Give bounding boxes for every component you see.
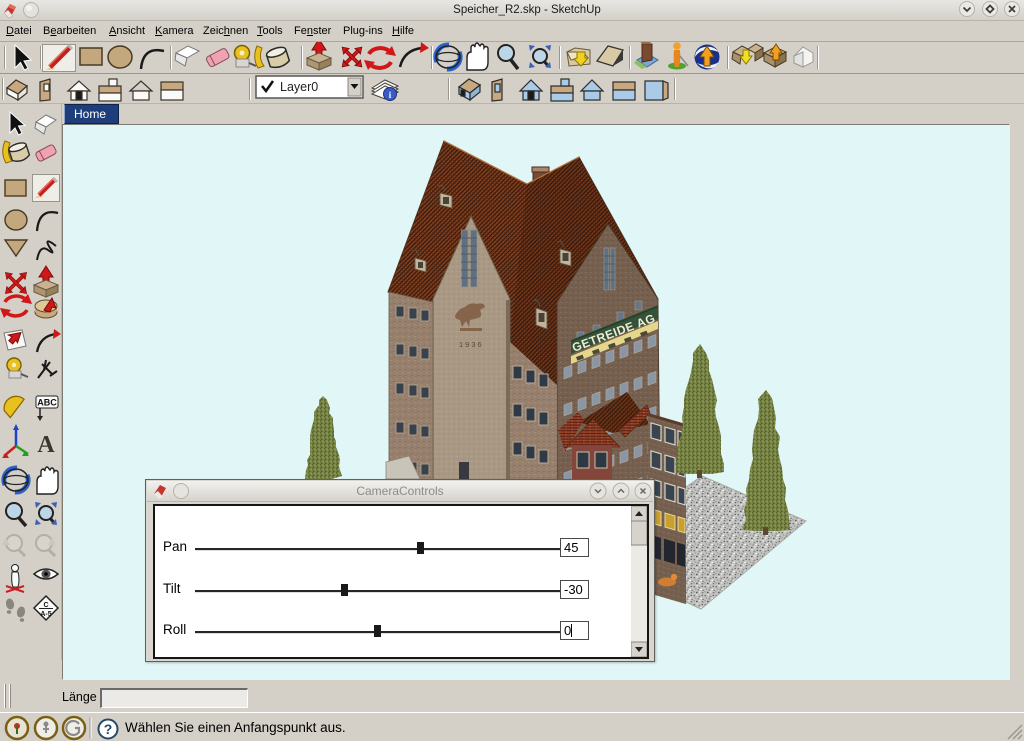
svg-text:Layer0: Layer0 [280, 80, 318, 94]
svg-text:ABC: ABC [37, 398, 57, 408]
svg-text:A-5: A-5 [40, 611, 51, 618]
svg-text:1936: 1936 [459, 340, 484, 349]
svg-text:C: C [43, 602, 48, 609]
svg-text:A: A [37, 432, 55, 458]
svg-text:?: ? [104, 721, 113, 737]
